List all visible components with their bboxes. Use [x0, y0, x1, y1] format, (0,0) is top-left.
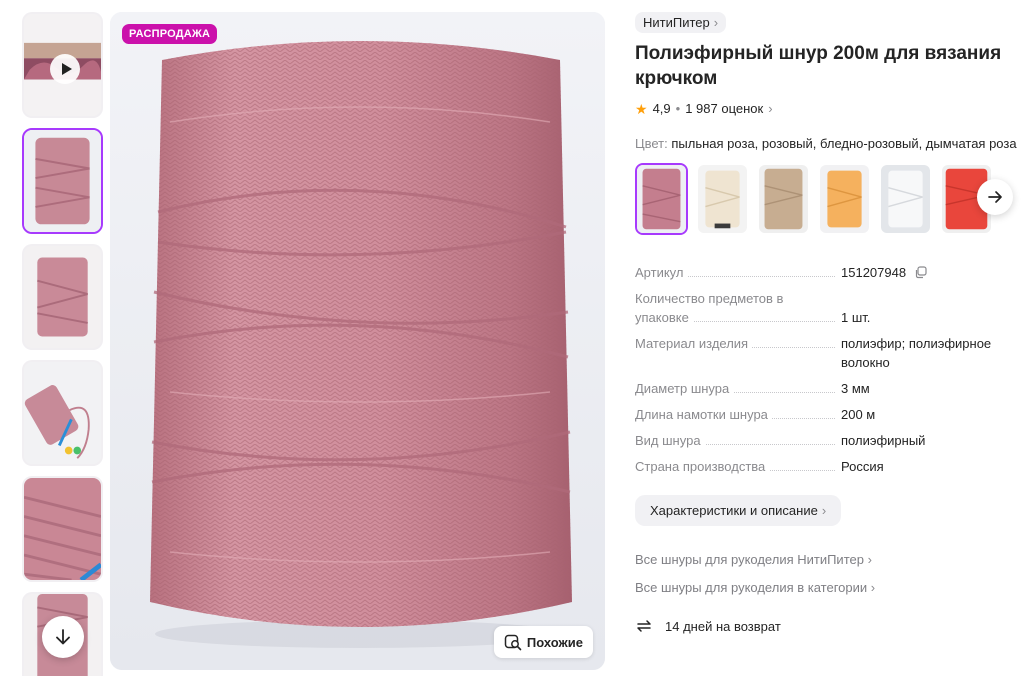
brand-category-link-label: Все шнуры для рукоделия НитиПитер	[635, 552, 864, 567]
thumbnail-spool-side[interactable]	[22, 244, 103, 350]
star-icon: ★	[635, 100, 648, 117]
chevron-right-icon: ›	[768, 101, 773, 116]
thumbnail-strip	[22, 12, 104, 676]
brand-link[interactable]: НитиПитер ›	[635, 12, 727, 33]
thumbnail-video[interactable]	[22, 12, 103, 118]
category-link-label: Все шнуры для рукоделия в категории	[635, 580, 868, 595]
color-value: пыльная роза, розовый, бледно-розовый, д…	[671, 136, 1017, 151]
brand-name: НитиПитер	[643, 15, 710, 30]
spec-key: Диаметр шнура	[635, 381, 734, 396]
related-links: Все шнуры для рукоделия НитиПитер › Все …	[635, 552, 1033, 595]
copy-icon[interactable]	[914, 266, 927, 279]
similar-button[interactable]: Похожие	[493, 626, 593, 658]
main-product-image[interactable]: РАСПРОДАЖА Похожие	[110, 12, 605, 670]
spec-row: Материал изделия полиэфир; полиэфирное в…	[635, 334, 1033, 372]
color-label: Цвет:	[635, 136, 668, 151]
spec-value: полиэфир; полиэфирное волокно	[841, 336, 992, 370]
spec-value: 151207948	[841, 265, 907, 280]
rating-value: 4,9	[652, 101, 671, 116]
spec-key: Длина намотки шнура	[635, 407, 772, 422]
return-arrows-icon	[637, 620, 651, 632]
cord-spool-photo	[110, 12, 605, 670]
category-link[interactable]: Все шнуры для рукоделия в категории ›	[635, 580, 1033, 595]
brand-category-link[interactable]: Все шнуры для рукоделия НитиПитер ›	[635, 552, 1033, 567]
product-info: НитиПитер › Полиэфирный шнур 200м для вя…	[635, 12, 1033, 635]
next-swatches-button[interactable]	[977, 179, 1013, 215]
color-line: Цвет: пыльная роза, розовый, бледно-розо…	[635, 136, 1033, 151]
spec-value: Россия	[841, 459, 884, 474]
thumbnail-spool-with-tools[interactable]	[22, 360, 103, 466]
chevron-right-icon: ›	[713, 15, 719, 30]
spec-key: Материал изделия	[635, 336, 753, 351]
reviews-link[interactable]: 1 987 оценок	[685, 101, 763, 116]
similar-label: Похожие	[526, 634, 583, 650]
description-button-label: Характеристики и описание	[650, 503, 818, 518]
product-title: Полиэфирный шнур 200м для вязания крючко…	[635, 43, 1002, 89]
swatch-white[interactable]	[879, 163, 932, 235]
spec-value: 1 шт.	[841, 310, 871, 325]
spec-row: Количество предметов в упаковке 1 шт.	[635, 289, 1033, 327]
spec-value: полиэфирный	[841, 433, 926, 448]
spec-value: 3 мм	[841, 381, 870, 396]
play-icon	[50, 54, 80, 84]
spec-key: Страна производства	[635, 459, 770, 474]
chevron-right-icon: ›	[821, 503, 827, 518]
spec-value: 200 м	[841, 407, 876, 422]
spec-key: Количество предметов в упаковке	[635, 291, 784, 325]
swatch-beige[interactable]	[757, 163, 810, 235]
spec-row: Диаметр шнура 3 мм	[635, 379, 1033, 398]
swatch-orange[interactable]	[818, 163, 871, 235]
return-text: 14 дней на возврат	[665, 618, 781, 634]
color-swatches	[635, 163, 1033, 235]
chevron-right-icon: ›	[867, 552, 872, 567]
description-button[interactable]: Характеристики и описание ›	[635, 495, 842, 526]
spec-row: Длина намотки шнура 200 м	[635, 405, 1033, 424]
swatch-cream[interactable]	[696, 163, 749, 235]
swatch-dusty-rose[interactable]	[635, 163, 688, 235]
scroll-thumbnails-down-button[interactable]	[42, 616, 84, 658]
thumbnail-spool-front[interactable]	[22, 128, 103, 234]
spec-row: Страна производства Россия	[635, 457, 1033, 476]
rating-row: ★ 4,9 • 1 987 оценок ›	[635, 101, 1033, 116]
arrow-right-icon	[988, 191, 1002, 203]
sale-badge: РАСПРОДАЖА	[122, 24, 218, 44]
similar-search-icon	[504, 634, 522, 651]
arrow-down-icon	[56, 629, 70, 645]
spec-row: Вид шнура полиэфирный	[635, 431, 1033, 450]
chevron-right-icon: ›	[870, 580, 876, 595]
spec-key: Артикул	[635, 265, 688, 280]
spec-key: Вид шнура	[635, 433, 705, 448]
specs-list: Артикул 151207948 Количество предметов в…	[635, 263, 1033, 476]
return-policy: 14 дней на возврат	[635, 617, 1033, 635]
separator-dot: •	[675, 101, 681, 116]
spec-row: Артикул 151207948	[635, 263, 1033, 282]
thumbnail-cord-closeup[interactable]	[22, 476, 103, 582]
